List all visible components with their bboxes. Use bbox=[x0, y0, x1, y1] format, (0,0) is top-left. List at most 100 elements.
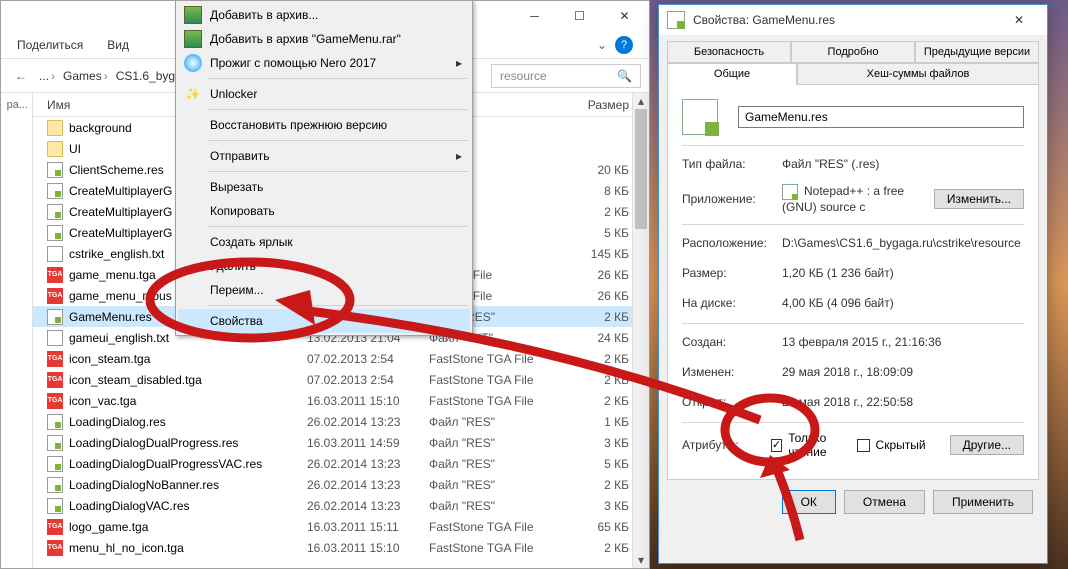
menu-item[interactable]: Восстановить прежнюю версию bbox=[178, 113, 470, 137]
ribbon-tab-view[interactable]: Вид bbox=[107, 38, 129, 52]
res-icon bbox=[47, 309, 63, 325]
attributes-label: Атрибуты: bbox=[682, 438, 771, 452]
change-app-button[interactable]: Изменить... bbox=[934, 189, 1024, 209]
file-name: LoadingDialogVAC.res bbox=[69, 499, 190, 513]
checkbox-icon bbox=[857, 439, 870, 452]
maximize-button[interactable]: ☐ bbox=[557, 2, 602, 30]
col-size[interactable]: Размер bbox=[559, 98, 629, 112]
file-size: 2 КБ bbox=[559, 205, 629, 219]
file-date: 16.03.2011 14:59 bbox=[307, 436, 429, 450]
menu-item-label: Добавить в архив "GameMenu.rar" bbox=[210, 32, 401, 46]
file-name: LoadingDialog.res bbox=[69, 415, 166, 429]
file-row[interactable]: TGAicon_steam.tga07.02.2013 2:54FastSton… bbox=[33, 348, 649, 369]
menu-item[interactable]: Вырезать bbox=[178, 175, 470, 199]
file-row[interactable]: LoadingDialogNoBanner.res26.02.2014 13:2… bbox=[33, 474, 649, 495]
file-row[interactable]: LoadingDialogVAC.res26.02.2014 13:23Файл… bbox=[33, 495, 649, 516]
file-name: gameui_english.txt bbox=[69, 331, 169, 345]
apply-button[interactable]: Применить bbox=[933, 490, 1033, 514]
scroll-thumb[interactable] bbox=[635, 109, 647, 229]
res-icon bbox=[47, 183, 63, 199]
tga-icon: TGA bbox=[47, 372, 63, 388]
menu-item[interactable]: Прожиг с помощью Nero 2017▸ bbox=[178, 51, 470, 75]
menu-item[interactable]: Копировать bbox=[178, 199, 470, 223]
file-row[interactable]: TGAicon_vac.tga16.03.2011 15:10FastStone… bbox=[33, 390, 649, 411]
tab-security[interactable]: Безопасность bbox=[667, 41, 791, 63]
file-size: 65 КБ bbox=[559, 520, 629, 534]
file-date: 26.02.2014 13:23 bbox=[307, 457, 429, 471]
file-name: icon_steam.tga bbox=[69, 352, 150, 366]
file-size: 26 КБ bbox=[559, 268, 629, 282]
tab-hash-sums[interactable]: Хеш-суммы файлов bbox=[797, 63, 1039, 85]
file-name: LoadingDialogDualProgress.res bbox=[69, 436, 238, 450]
nav-pane[interactable]: ра... bbox=[1, 93, 33, 568]
menu-item[interactable]: Свойства bbox=[178, 309, 470, 333]
menu-separator bbox=[208, 78, 468, 79]
res-icon bbox=[47, 414, 63, 430]
file-size: 24 КБ bbox=[559, 331, 629, 345]
chevron-down-icon[interactable]: ⌄ bbox=[597, 38, 607, 52]
location-value: D:\Games\CS1.6_bygaga.ru\cstrike\resourc… bbox=[782, 236, 1024, 250]
txt-icon bbox=[47, 330, 63, 346]
ok-button[interactable]: ОК bbox=[782, 490, 836, 514]
notepadpp-icon bbox=[782, 184, 798, 200]
rar-icon bbox=[184, 30, 202, 48]
file-row[interactable]: LoadingDialogDualProgress.res 16.03.2011 … bbox=[33, 432, 649, 453]
file-name: CreateMultiplayerG bbox=[69, 184, 172, 198]
file-name: UI bbox=[69, 142, 81, 156]
close-button[interactable]: ✕ bbox=[602, 2, 647, 30]
menu-item[interactable]: Переим... bbox=[178, 278, 470, 302]
menu-item[interactable]: Отправить▸ bbox=[178, 144, 470, 168]
ribbon-tab-share[interactable]: Поделиться bbox=[17, 38, 83, 52]
menu-item[interactable]: Добавить в архив... bbox=[178, 3, 470, 27]
minimize-button[interactable]: ─ bbox=[512, 2, 557, 30]
menu-item-label: Удалить bbox=[210, 259, 256, 273]
other-attributes-button[interactable]: Другие... bbox=[950, 435, 1024, 455]
search-icon: 🔍 bbox=[617, 69, 632, 83]
filename-input[interactable] bbox=[738, 106, 1024, 128]
tab-general[interactable]: Общие bbox=[667, 63, 797, 85]
file-row[interactable]: LoadingDialog.res26.02.2014 13:23Файл "R… bbox=[33, 411, 649, 432]
cancel-button[interactable]: Отмена bbox=[844, 490, 925, 514]
menu-item[interactable]: Добавить в архив "GameMenu.rar" bbox=[178, 27, 470, 51]
res-icon bbox=[47, 498, 63, 514]
file-row[interactable]: TGAmenu_hl_no_icon.tga16.03.2011 15:10Fa… bbox=[33, 537, 649, 558]
checkbox-icon bbox=[771, 439, 782, 452]
scroll-up-icon[interactable]: ▴ bbox=[633, 93, 649, 109]
breadcrumb-item[interactable]: ... bbox=[39, 69, 57, 83]
menu-item[interactable]: ✨Unlocker bbox=[178, 82, 470, 106]
hidden-label: Скрытый bbox=[876, 438, 926, 452]
scroll-down-icon[interactable]: ▾ bbox=[633, 552, 649, 568]
file-row[interactable]: LoadingDialogDualProgressVAC.res26.02.20… bbox=[33, 453, 649, 474]
tab-previous-versions[interactable]: Предыдущие версии bbox=[915, 41, 1039, 63]
res-icon bbox=[47, 456, 63, 472]
file-size: 3 КБ bbox=[559, 499, 629, 513]
breadcrumb-item[interactable]: Games bbox=[63, 69, 110, 83]
close-button[interactable]: ✕ bbox=[999, 6, 1039, 34]
menu-item-label: Создать ярлык bbox=[210, 235, 293, 249]
file-type-label: Тип файла: bbox=[682, 157, 782, 171]
file-name: logo_game.tga bbox=[69, 520, 148, 534]
hidden-checkbox[interactable]: Скрытый bbox=[857, 438, 926, 452]
file-row[interactable]: TGAlogo_game.tga16.03.2011 15:11FastSton… bbox=[33, 516, 649, 537]
readonly-checkbox[interactable]: Только чтение bbox=[771, 431, 839, 459]
properties-titlebar[interactable]: Свойства: GameMenu.res ✕ bbox=[659, 5, 1047, 35]
back-button[interactable]: ← bbox=[9, 64, 33, 88]
help-icon[interactable]: ? bbox=[615, 36, 633, 54]
disk-label: На диске: bbox=[682, 296, 782, 310]
file-icon bbox=[667, 11, 685, 29]
file-name: GameMenu.res bbox=[69, 310, 152, 324]
app-label: Приложение: bbox=[682, 192, 782, 206]
menu-item-label: Копировать bbox=[210, 204, 275, 218]
menu-separator bbox=[208, 305, 468, 306]
search-input[interactable]: resource 🔍 bbox=[491, 64, 641, 88]
file-row[interactable]: TGAicon_steam_disabled.tga07.02.2013 2:5… bbox=[33, 369, 649, 390]
menu-item[interactable]: Удалить bbox=[178, 254, 470, 278]
vertical-scrollbar[interactable]: ▴ ▾ bbox=[632, 93, 649, 568]
tga-icon: TGA bbox=[47, 393, 63, 409]
menu-item[interactable]: Создать ярлык bbox=[178, 230, 470, 254]
menu-separator bbox=[208, 109, 468, 110]
res-icon bbox=[47, 162, 63, 178]
file-size: 5 КБ bbox=[559, 226, 629, 240]
tab-details[interactable]: Подробно bbox=[791, 41, 915, 63]
file-name: cstrike_english.txt bbox=[69, 247, 164, 261]
